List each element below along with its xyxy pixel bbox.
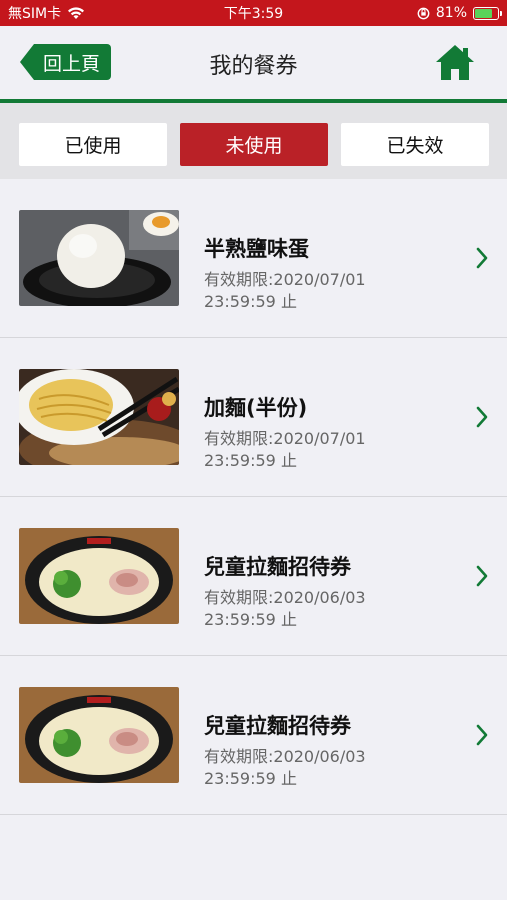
nav-header: 回上頁 我的餐券 [0,26,507,100]
tab-bar: 已使用 未使用 已失效 [0,103,507,179]
coupon-row[interactable]: 兒童拉麵招待券 有效期限:2020/06/03 23:59:59 止 [0,497,507,656]
page-title: 我的餐券 [209,54,298,79]
home-icon[interactable] [434,42,476,82]
coupon-image-ramen [19,528,179,624]
tab-unused[interactable]: 未使用 [180,123,328,166]
battery-icon [473,6,502,20]
coupon-image-egg [19,210,179,306]
coupon-title: 加麵(半份) [204,396,308,420]
tab-expired[interactable]: 已失效 [341,123,489,166]
coupon-image-noodles [19,369,179,465]
chevron-right-icon [476,565,488,587]
coupon-title: 兒童拉麵招待券 [204,555,351,579]
coupon-image-ramen [19,687,179,783]
status-bar: 無SIM卡 下午3:59 81% [0,0,507,26]
coupon-title: 兒童拉麵招待券 [204,714,351,738]
coupon-row[interactable]: 加麵(半份) 有效期限:2020/07/01 23:59:59 止 [0,338,507,497]
coupon-expiry: 有效期限:2020/06/03 23:59:59 止 [204,747,366,788]
coupon-title: 半熟鹽味蛋 [204,237,309,261]
coupon-row[interactable]: 兒童拉麵招待券 有效期限:2020/06/03 23:59:59 止 [0,656,507,815]
chevron-right-icon [476,247,488,269]
coupon-row[interactable]: 半熟鹽味蛋 有效期限:2020/07/01 23:59:59 止 [0,179,507,338]
coupon-expiry: 有效期限:2020/07/01 23:59:59 止 [204,429,366,470]
tab-used[interactable]: 已使用 [19,123,167,166]
chevron-right-icon [476,406,488,428]
status-time: 下午3:59 [223,6,284,22]
coupon-list: 半熟鹽味蛋 有效期限:2020/07/01 23:59:59 止 加麵(半份) … [0,179,507,815]
chevron-right-icon [476,724,488,746]
coupon-expiry: 有效期限:2020/06/03 23:59:59 止 [204,588,366,629]
coupon-expiry: 有效期限:2020/07/01 23:59:59 止 [204,270,366,311]
